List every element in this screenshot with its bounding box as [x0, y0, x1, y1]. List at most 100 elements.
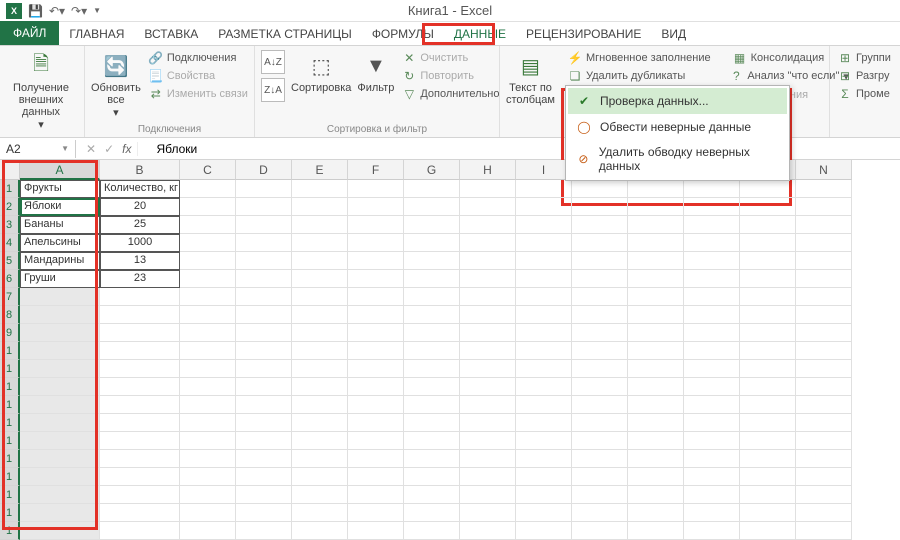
- cancel-formula-icon[interactable]: ✕: [86, 142, 96, 156]
- cell[interactable]: [348, 450, 404, 468]
- cell[interactable]: [796, 432, 852, 450]
- cell[interactable]: [460, 252, 516, 270]
- cell[interactable]: Фрукты: [20, 180, 100, 198]
- cell[interactable]: [20, 342, 100, 360]
- cell[interactable]: [516, 486, 572, 504]
- cell[interactable]: [572, 306, 628, 324]
- tab-data[interactable]: ДАННЫЕ: [444, 23, 516, 45]
- cell[interactable]: Апельсины: [20, 234, 100, 252]
- cell[interactable]: [572, 486, 628, 504]
- cell[interactable]: [100, 378, 180, 396]
- cell[interactable]: [100, 360, 180, 378]
- cell[interactable]: Бананы: [20, 216, 100, 234]
- cell[interactable]: [684, 486, 740, 504]
- cell[interactable]: [100, 306, 180, 324]
- row-header[interactable]: 1: [0, 486, 20, 504]
- tab-review[interactable]: РЕЦЕНЗИРОВАНИЕ: [516, 23, 651, 45]
- cell[interactable]: [796, 360, 852, 378]
- cell[interactable]: [236, 216, 292, 234]
- cell[interactable]: [20, 324, 100, 342]
- undo-icon[interactable]: ↶▾: [49, 4, 65, 18]
- cell[interactable]: [20, 486, 100, 504]
- group-rows-button[interactable]: ⊞Группи: [836, 50, 893, 66]
- cell[interactable]: [460, 396, 516, 414]
- cell[interactable]: [572, 324, 628, 342]
- cell[interactable]: [516, 342, 572, 360]
- cell[interactable]: [404, 216, 460, 234]
- cell[interactable]: [684, 414, 740, 432]
- cell[interactable]: [236, 180, 292, 198]
- cell[interactable]: [740, 342, 796, 360]
- cell[interactable]: [348, 252, 404, 270]
- cell[interactable]: [100, 396, 180, 414]
- tab-insert[interactable]: ВСТАВКА: [134, 23, 208, 45]
- cell[interactable]: [348, 270, 404, 288]
- cell[interactable]: [404, 468, 460, 486]
- cell[interactable]: [796, 378, 852, 396]
- cell[interactable]: [740, 270, 796, 288]
- cell[interactable]: [740, 198, 796, 216]
- row-header[interactable]: 4: [0, 234, 20, 252]
- cell[interactable]: [516, 522, 572, 540]
- cell[interactable]: [628, 324, 684, 342]
- advanced-filter-button[interactable]: ▽Дополнительно: [400, 86, 501, 102]
- cell[interactable]: [740, 414, 796, 432]
- text-to-columns-button[interactable]: ▤ Текст по столбцам: [506, 50, 555, 135]
- cell[interactable]: [180, 234, 236, 252]
- cell[interactable]: [292, 288, 348, 306]
- cell[interactable]: [572, 180, 628, 198]
- cell[interactable]: [236, 432, 292, 450]
- cell[interactable]: [180, 468, 236, 486]
- cell[interactable]: [572, 468, 628, 486]
- cell[interactable]: [628, 432, 684, 450]
- fx-icon[interactable]: fx: [122, 142, 138, 156]
- cell[interactable]: [100, 324, 180, 342]
- cell[interactable]: [460, 504, 516, 522]
- cell[interactable]: [740, 468, 796, 486]
- cell[interactable]: [180, 486, 236, 504]
- filter-button[interactable]: ▼ Фильтр: [357, 50, 394, 124]
- cell[interactable]: [20, 378, 100, 396]
- cell[interactable]: [404, 180, 460, 198]
- col-header-i[interactable]: I: [516, 160, 572, 180]
- cell[interactable]: [628, 414, 684, 432]
- row-header[interactable]: 1: [0, 468, 20, 486]
- cell[interactable]: [20, 396, 100, 414]
- cell[interactable]: [572, 216, 628, 234]
- cell[interactable]: [516, 252, 572, 270]
- cell[interactable]: [292, 180, 348, 198]
- cell[interactable]: [236, 396, 292, 414]
- reapply-button[interactable]: ↻Повторить: [400, 68, 501, 84]
- cell[interactable]: [404, 396, 460, 414]
- properties-button[interactable]: 📃Свойства: [147, 68, 250, 84]
- cell[interactable]: [628, 486, 684, 504]
- cell[interactable]: [292, 450, 348, 468]
- cell[interactable]: [292, 378, 348, 396]
- cell[interactable]: [572, 342, 628, 360]
- cell[interactable]: [460, 378, 516, 396]
- cell[interactable]: [292, 234, 348, 252]
- cell[interactable]: [348, 504, 404, 522]
- name-box[interactable]: A2▼: [0, 140, 76, 158]
- cell[interactable]: [460, 234, 516, 252]
- cell[interactable]: [460, 450, 516, 468]
- col-header-c[interactable]: C: [180, 160, 236, 180]
- cell[interactable]: [292, 306, 348, 324]
- cell[interactable]: [20, 504, 100, 522]
- cell[interactable]: [740, 486, 796, 504]
- cell[interactable]: [20, 468, 100, 486]
- row-header[interactable]: 1: [0, 180, 20, 198]
- cell[interactable]: [628, 288, 684, 306]
- cell[interactable]: [796, 486, 852, 504]
- cell[interactable]: [516, 414, 572, 432]
- cell[interactable]: [404, 270, 460, 288]
- cell[interactable]: [796, 522, 852, 540]
- cell[interactable]: [236, 252, 292, 270]
- cell[interactable]: [516, 468, 572, 486]
- cell[interactable]: [180, 360, 236, 378]
- cell[interactable]: 23: [100, 270, 180, 288]
- cell[interactable]: [348, 216, 404, 234]
- cell[interactable]: [516, 378, 572, 396]
- cell[interactable]: [684, 288, 740, 306]
- cell[interactable]: [740, 360, 796, 378]
